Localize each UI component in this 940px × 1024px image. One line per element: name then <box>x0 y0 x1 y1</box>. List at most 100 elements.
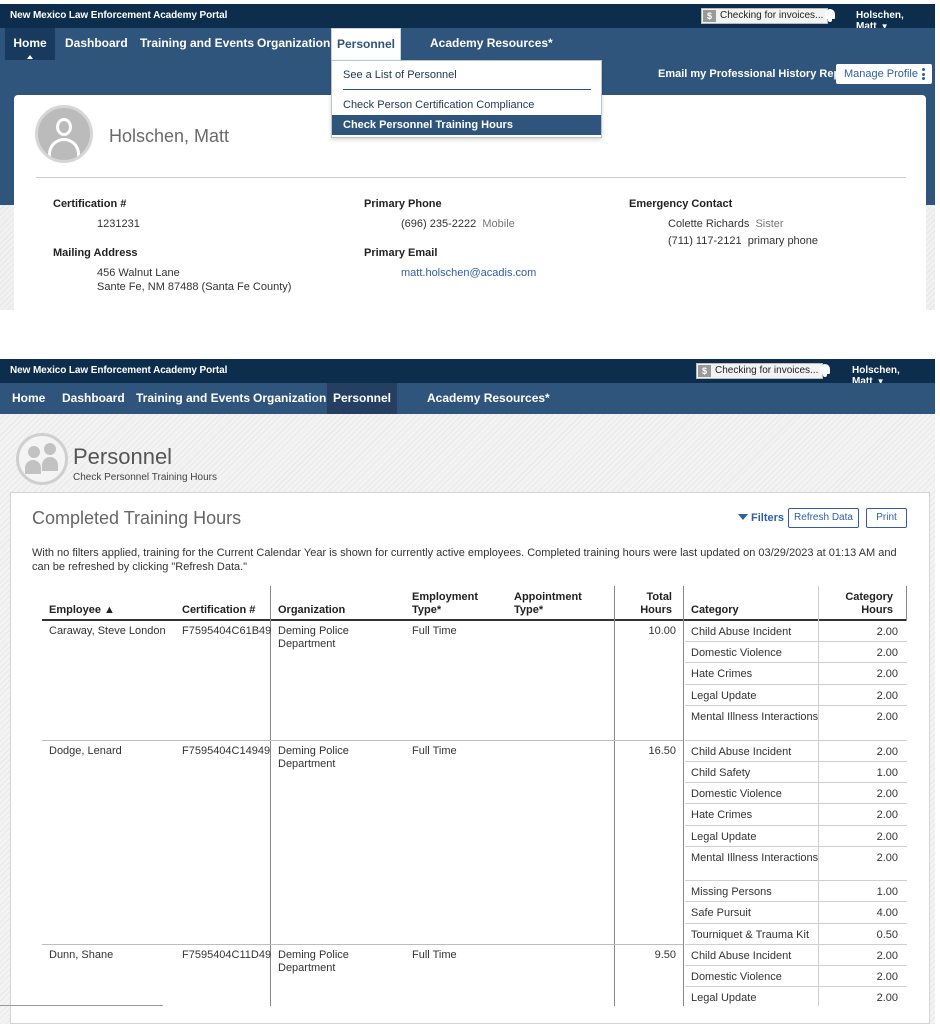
category-name: Child Abuse Incident <box>691 746 792 758</box>
menu-check-certification-compliance[interactable]: Check Person Certification Compliance <box>332 95 601 115</box>
nav-organization-2[interactable]: Organization <box>245 383 334 415</box>
category-name: Mental Illness Interactions <box>691 852 819 864</box>
certification-value: 1231231 <box>97 218 140 230</box>
certification-cell: F7595404C11D49 <box>182 949 272 961</box>
email-link[interactable]: matt.holschen@acadis.com <box>401 267 536 279</box>
certification-cell: F7595404C61B49 <box>182 625 272 637</box>
nav-academy-resources[interactable]: Academy Resources* <box>422 28 561 60</box>
menu-see-list-of-personnel[interactable]: See a List of Personnel <box>332 65 601 85</box>
column-divider <box>906 586 907 621</box>
category-row: Tourniquet & Trauma Kit 0.50 <box>685 924 907 945</box>
category-row: Safe Pursuit 4.00 <box>685 902 907 924</box>
certification-cell: F7595404C14949 <box>182 745 271 757</box>
col-total-hours[interactable]: Total Hours <box>630 591 672 617</box>
employee-link[interactable]: Caraway, Steve London <box>49 625 166 638</box>
category-row: Domestic Violence 2.00 <box>685 642 907 663</box>
category-name: Child Safety <box>691 767 751 779</box>
refresh-data-button[interactable]: Refresh Data <box>788 508 859 528</box>
category-row: Legal Update 2.00 <box>685 826 907 847</box>
main-nav: Home Dashboard Training and Events Organ… <box>0 28 935 61</box>
section-heading: Completed Training Hours <box>32 508 242 528</box>
phone-type: Mobile <box>482 218 515 230</box>
category-hours: 2.00 <box>876 788 898 800</box>
category-name: Legal Update <box>691 690 757 702</box>
organization-cell: Deming Police Department <box>278 745 349 770</box>
bell-icon[interactable] <box>824 8 836 22</box>
info-note: With no filters applied, training for th… <box>32 547 897 573</box>
employment-type-cell: Full Time <box>412 949 457 961</box>
employee-link[interactable]: Dunn, Shane <box>49 949 113 962</box>
emergency-contact-phone: (711) 117-2121 primary phone <box>668 233 818 249</box>
emergency-phone-type: primary phone <box>747 235 819 247</box>
nav-personnel-2[interactable]: Personnel <box>327 383 397 415</box>
nav-organization[interactable]: Organization <box>249 28 338 60</box>
menu-divider <box>343 89 591 90</box>
nav-home-2[interactable]: Home <box>4 383 53 415</box>
col-employee[interactable]: Employee ▲ <box>49 604 115 617</box>
employment-type-cell: Full Time <box>412 745 457 757</box>
emergency-contact-name: Colette Richards Sister <box>668 216 784 232</box>
nav-training-and-events[interactable]: Training and Events <box>132 28 262 60</box>
scrollbar-track[interactable] <box>0 1005 163 1006</box>
category-name: Child Abuse Incident <box>691 950 792 962</box>
column-divider <box>614 586 615 1006</box>
filters-label: Filters <box>751 512 785 524</box>
bell-icon[interactable] <box>819 363 831 377</box>
category-row: Child Abuse Incident 2.00 <box>685 621 907 642</box>
category-row: Hate Crimes 2.00 <box>685 663 907 685</box>
category-row: Legal Update 2.00 <box>685 685 907 706</box>
personnel-dropdown-menu: See a List of Personnel Check Person Cer… <box>331 60 602 138</box>
invoice-status-2[interactable]: $ Checking for invoices... <box>696 363 824 379</box>
category-name: Hate Crimes <box>691 809 753 821</box>
nav-academy-resources-2[interactable]: Academy Resources* <box>419 383 558 415</box>
col-certification[interactable]: Certification # <box>182 604 255 617</box>
print-button[interactable]: Print <box>866 508 907 528</box>
category-hours: 2.00 <box>876 992 898 1004</box>
invoice-status-text: Checking for invoices... <box>720 10 824 21</box>
category-row: Domestic Violence 2.00 <box>685 783 907 804</box>
category-hours: 2.00 <box>876 711 898 723</box>
category-name: Tourniquet & Trauma Kit <box>691 929 810 941</box>
category-hours: 2.00 <box>876 831 898 843</box>
emergency-name: Colette Richards <box>668 218 750 230</box>
active-pointer-icon <box>27 55 33 59</box>
nav-dashboard-2[interactable]: Dashboard <box>54 383 133 415</box>
column-divider <box>683 586 684 1006</box>
mailing-address-label: Mailing Address <box>53 247 138 259</box>
category-hours: 2.00 <box>876 809 898 821</box>
total-hours-cell: 16.50 <box>648 745 676 757</box>
category-row: Child Abuse Incident 2.00 <box>685 945 907 966</box>
email-history-report-link[interactable]: Email my Professional History Report <box>658 68 855 80</box>
col-appointment-type[interactable]: Appointment Type* <box>514 591 584 617</box>
col-employment-type[interactable]: Employment Type* <box>412 591 482 617</box>
nav-dashboard[interactable]: Dashboard <box>57 28 136 60</box>
category-hours: 2.00 <box>876 950 898 962</box>
manage-profile-label: Manage Profile <box>844 68 918 80</box>
category-name: Domestic Violence <box>691 788 782 800</box>
address-line-2: Sante Fe, NM 87488 (Santa Fe County) <box>97 281 292 293</box>
filters-button[interactable]: Filters <box>738 512 784 524</box>
manage-profile-button[interactable]: Manage Profile <box>836 64 932 84</box>
category-row: Domestic Violence 2.00 <box>685 966 907 987</box>
menu-check-training-hours[interactable]: Check Personnel Training Hours <box>332 115 601 135</box>
category-name: Hate Crimes <box>691 668 753 680</box>
col-organization[interactable]: Organization <box>278 604 345 617</box>
primary-phone-value: (696) 235-2222 Mobile <box>401 216 515 232</box>
nav-home[interactable]: Home <box>5 28 55 60</box>
col-category-hours[interactable]: Category Hours <box>840 591 893 617</box>
emergency-phone: (711) 117-2121 <box>668 235 742 247</box>
organization-cell: Deming Police Department <box>278 949 349 974</box>
col-category[interactable]: Category <box>691 604 739 617</box>
employee-link[interactable]: Dodge, Lenard <box>49 745 122 758</box>
category-row: Missing Persons 1.00 <box>685 881 907 902</box>
category-hours: 2.00 <box>876 971 898 983</box>
total-hours-cell: 10.00 <box>648 625 676 637</box>
category-row: Mental Illness Interactions 2.00 <box>685 847 907 881</box>
emergency-contact-label: Emergency Contact <box>629 198 733 210</box>
avatar <box>35 105 93 163</box>
row-separator <box>42 944 683 945</box>
portal-brand: New Mexico Law Enforcement Academy Porta… <box>10 10 228 21</box>
nav-training-and-events-2[interactable]: Training and Events <box>128 383 258 415</box>
nav-personnel[interactable]: Personnel <box>331 28 401 61</box>
invoice-status[interactable]: $ Checking for invoices... <box>701 8 829 24</box>
